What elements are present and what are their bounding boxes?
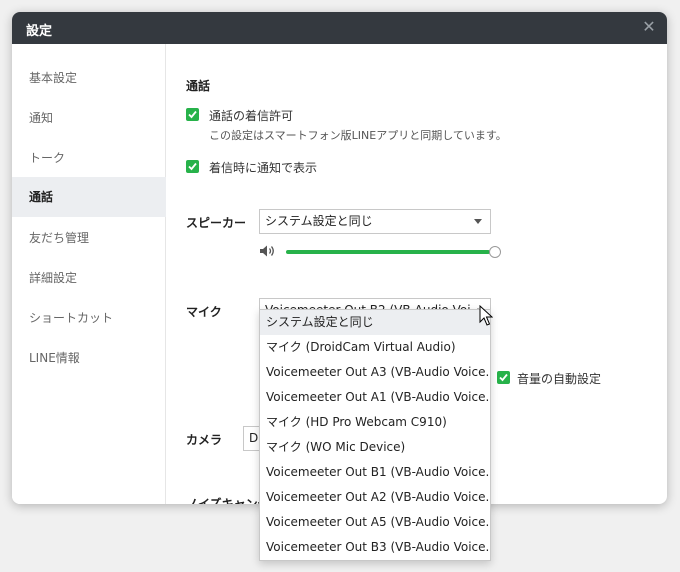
allow-incoming-note: この設定はスマートフォン版LINEアプリと同期しています。 (209, 129, 507, 142)
speaker-volume-thumb[interactable] (489, 246, 501, 258)
settings-sidebar: 基本設定 通知 トーク 通話 友だち管理 詳細設定 ショートカット LINE情報 (12, 44, 166, 504)
sidebar-item-label: 友だち管理 (29, 231, 90, 245)
sidebar-item-label: 通知 (29, 111, 54, 125)
dropdown-option[interactable]: Voicemeeter Out A2 (VB-Audio Voice... (260, 485, 490, 510)
dropdown-option[interactable]: Voicemeeter Out A5 (VB-Audio Voice... (260, 510, 490, 535)
sidebar-item-notifications[interactable]: 通知 (12, 98, 166, 138)
sidebar-item-talk[interactable]: トーク (12, 138, 166, 178)
auto-volume-checkbox[interactable] (497, 371, 510, 384)
sidebar-item-advanced[interactable]: 詳細設定 (12, 258, 166, 298)
allow-incoming-checkbox[interactable] (186, 108, 199, 121)
speaker-volume-icon (260, 245, 274, 257)
sidebar-item-label: LINE情報 (29, 351, 80, 365)
dropdown-option[interactable]: Voicemeeter Out A1 (VB-Audio Voice... (260, 385, 490, 410)
title-bar: 設定 ✕ (12, 12, 667, 44)
show-notification-checkbox[interactable] (186, 160, 199, 173)
dropdown-option[interactable]: Voicemeeter Out B3 (VB-Audio Voice... (260, 535, 490, 560)
dropdown-option[interactable]: マイク (DroidCam Virtual Audio) (260, 335, 490, 360)
dropdown-option[interactable]: マイク (HD Pro Webcam C910) (260, 410, 490, 435)
checkmark-icon (188, 110, 197, 119)
dropdown-option[interactable]: システム設定と同じ (260, 310, 490, 335)
mic-dropdown-list: システム設定と同じ マイク (DroidCam Virtual Audio) V… (259, 309, 491, 561)
speaker-label: スピーカー (186, 216, 247, 230)
sidebar-item-shortcuts[interactable]: ショートカット (12, 298, 166, 338)
speaker-select[interactable]: システム設定と同じ (259, 209, 491, 234)
sidebar-item-label: 通話 (29, 190, 54, 204)
camera-label: カメラ (186, 433, 223, 447)
sidebar-item-calls[interactable]: 通話 (12, 177, 166, 217)
checkmark-icon (499, 373, 508, 382)
auto-volume-label: 音量の自動設定 (517, 372, 602, 386)
sidebar-item-label: トーク (29, 151, 66, 165)
mic-label: マイク (186, 305, 222, 319)
sidebar-item-label: ショートカット (29, 311, 114, 325)
dropdown-option[interactable]: マイク (WO Mic Device) (260, 435, 490, 460)
speaker-select-value: システム設定と同じ (265, 214, 373, 228)
sidebar-item-label: 詳細設定 (29, 271, 78, 285)
sidebar-item-about[interactable]: LINE情報 (12, 338, 166, 378)
window-title: 設定 (26, 24, 53, 39)
mouse-pointer-icon (479, 305, 493, 326)
speaker-volume-track[interactable] (286, 250, 490, 254)
sidebar-item-friends[interactable]: 友だち管理 (12, 218, 166, 258)
chevron-down-icon (474, 219, 482, 224)
dropdown-option[interactable]: Voicemeeter Out A3 (VB-Audio Voice... (260, 360, 490, 385)
show-notification-label: 着信時に通知で表示 (209, 161, 318, 175)
section-title: 通話 (186, 79, 211, 93)
checkmark-icon (188, 162, 197, 171)
sidebar-item-label: 基本設定 (29, 71, 78, 85)
close-icon[interactable]: ✕ (639, 17, 659, 37)
sidebar-item-basic[interactable]: 基本設定 (12, 58, 166, 98)
allow-incoming-label: 通話の着信許可 (209, 109, 294, 123)
dropdown-option[interactable]: Voicemeeter Out B1 (VB-Audio Voice... (260, 460, 490, 485)
